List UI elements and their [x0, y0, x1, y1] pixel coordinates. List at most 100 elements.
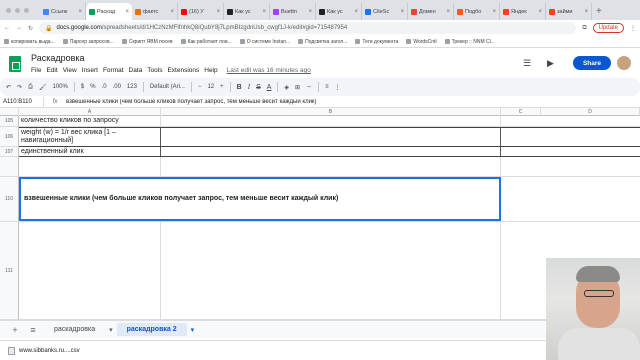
cell-a111[interactable]: [19, 222, 161, 319]
tab-close-icon[interactable]: ×: [216, 9, 220, 15]
merge-cells-icon[interactable]: ⇔: [306, 84, 312, 90]
row-header-111[interactable]: 111: [0, 222, 19, 320]
browser-tab[interactable]: Как ус ×: [316, 3, 362, 20]
tab-close-icon[interactable]: ×: [354, 9, 358, 15]
borders-icon[interactable]: ⊞: [295, 84, 300, 91]
italic-button[interactable]: I: [248, 83, 250, 91]
name-box[interactable]: A110:B110: [0, 96, 44, 107]
font-size-decrease-icon[interactable]: −: [198, 84, 202, 90]
browser-tab[interactable]: Домен ×: [408, 3, 454, 20]
cell-a107[interactable]: единственный клик: [19, 147, 161, 156]
menu-item-file[interactable]: File: [31, 67, 41, 74]
menu-item-help[interactable]: Help: [204, 67, 217, 74]
font-select[interactable]: Default (Ari...: [150, 84, 185, 90]
browser-tab[interactable]: Раскад ×: [86, 3, 132, 20]
url-field[interactable]: 🔒 docs.google.com/spreadsheets/d/1HCzNzM…: [39, 22, 577, 34]
zoom-select[interactable]: 100%: [53, 84, 68, 90]
bookmark-item[interactable]: Парсер запросов...: [62, 39, 114, 45]
extensions-icon[interactable]: ⧉: [582, 25, 586, 32]
print-icon[interactable]: ⎙: [28, 84, 33, 91]
sheet-tab-2[interactable]: раскадровка 2: [116, 323, 187, 336]
row-header-110[interactable]: 110: [0, 177, 19, 222]
strikethrough-button[interactable]: S: [256, 84, 261, 91]
browser-tab[interactable]: займи ×: [546, 3, 592, 20]
percent-format-button[interactable]: %: [90, 84, 95, 90]
tab-close-icon[interactable]: ×: [125, 9, 129, 15]
tab-close-icon[interactable]: ×: [308, 9, 312, 15]
avatar[interactable]: [617, 56, 631, 70]
menu-item-extensions[interactable]: Extensions: [167, 67, 199, 74]
select-all-corner[interactable]: [0, 108, 19, 116]
cell-a105[interactable]: количество кликов по запросу: [19, 116, 161, 126]
row-header-106[interactable]: 106: [0, 127, 19, 147]
row-header-107[interactable]: 107: [0, 147, 19, 157]
cell-a106[interactable]: weight (w) = 1/r вес клика [1 – навигаци…: [19, 128, 161, 146]
add-sheet-icon[interactable]: +: [8, 325, 22, 335]
cell-a110-merged-selected[interactable]: взвешенные клики (чем больше кликов полу…: [19, 177, 501, 221]
font-size-increase-icon[interactable]: +: [220, 84, 224, 90]
tab-close-icon[interactable]: ×: [262, 9, 266, 15]
sheets-logo-icon[interactable]: [9, 56, 21, 72]
tab-close-icon[interactable]: ×: [584, 9, 588, 15]
bookmark-item[interactable]: Скрипт ЯВМ поcев: [121, 39, 173, 45]
cell-b107[interactable]: [161, 147, 501, 156]
redo-icon[interactable]: ↷: [17, 84, 22, 91]
tab-close-icon[interactable]: ×: [538, 9, 542, 15]
sheet-tab-1-menu-icon[interactable]: ▾: [109, 326, 113, 334]
back-icon[interactable]: ←: [4, 25, 10, 31]
browser-menu-icon[interactable]: ⋮: [630, 25, 636, 32]
bookmark-item[interactable]: копировать выда...: [4, 39, 55, 45]
menu-item-data[interactable]: Data: [129, 67, 143, 74]
decrease-decimal-button[interactable]: .0: [102, 84, 107, 90]
bookmark-item[interactable]: Теги документа: [355, 39, 398, 45]
menu-item-format[interactable]: Format: [103, 67, 124, 74]
tab-close-icon[interactable]: ×: [78, 9, 82, 15]
meet-icon[interactable]: ▶: [547, 58, 554, 69]
bookmark-item[interactable]: Как работает пои...: [180, 39, 232, 45]
align-icon[interactable]: ≡: [325, 84, 329, 90]
font-size-field[interactable]: 12: [207, 84, 214, 90]
more-options-icon[interactable]: ⋮: [335, 84, 341, 91]
column-header-a[interactable]: A: [19, 108, 161, 116]
browser-tab[interactable]: Buettn ×: [270, 3, 316, 20]
tab-close-icon[interactable]: ×: [400, 9, 404, 15]
bookmark-item[interactable]: О системе Instan...: [239, 39, 290, 45]
menu-item-insert[interactable]: Insert: [82, 67, 98, 74]
browser-tab[interactable]: CiteSc ×: [362, 3, 408, 20]
bookmark-item[interactable]: WordsCntl: [406, 39, 437, 45]
share-button[interactable]: Share: [573, 56, 611, 70]
cell-b108[interactable]: [161, 157, 501, 176]
number-format-select[interactable]: 123: [127, 84, 137, 90]
sheet-tab-2-menu-icon[interactable]: ▾: [191, 326, 195, 334]
new-tab-button[interactable]: +: [592, 6, 606, 20]
browser-tab[interactable]: Ссылк ×: [40, 3, 86, 20]
browser-tab[interactable]: Как ус ×: [224, 3, 270, 20]
last-edit-link[interactable]: Last edit was 16 minutes ago: [227, 67, 311, 74]
column-header-c[interactable]: C: [501, 108, 541, 116]
menu-item-view[interactable]: View: [63, 67, 77, 74]
tab-close-icon[interactable]: ×: [170, 9, 174, 15]
increase-decimal-button[interactable]: .00: [113, 84, 121, 90]
currency-format-button[interactable]: $: [81, 84, 84, 90]
column-header-b[interactable]: B: [161, 108, 501, 116]
bold-button[interactable]: B: [237, 84, 242, 91]
update-button[interactable]: Update: [592, 23, 624, 33]
column-header-d[interactable]: D: [541, 108, 640, 116]
cell-a108[interactable]: [19, 157, 161, 176]
cell-b111[interactable]: [161, 222, 501, 319]
cell-b105[interactable]: [161, 116, 501, 126]
browser-tab[interactable]: Подбо ×: [454, 3, 500, 20]
browser-tab[interactable]: (16) У ×: [178, 3, 224, 20]
browser-tab[interactable]: Яндек ×: [500, 3, 546, 20]
menu-item-edit[interactable]: Edit: [46, 67, 57, 74]
fill-color-icon[interactable]: ◈: [284, 84, 289, 91]
tab-close-icon[interactable]: ×: [446, 9, 450, 15]
paint-format-icon[interactable]: 🖌: [39, 84, 47, 91]
row-header-105[interactable]: 105: [0, 116, 19, 127]
menu-item-tools[interactable]: Tools: [147, 67, 162, 74]
window-controls[interactable]: [0, 0, 40, 20]
formula-input[interactable]: взвешенные клики (чем больше кликов полу…: [66, 99, 640, 105]
sheet-tab-1[interactable]: раскадровка: [44, 323, 105, 336]
bookmark-item[interactable]: Трекер :: NNM Cl...: [444, 39, 495, 45]
tab-close-icon[interactable]: ×: [492, 9, 496, 15]
